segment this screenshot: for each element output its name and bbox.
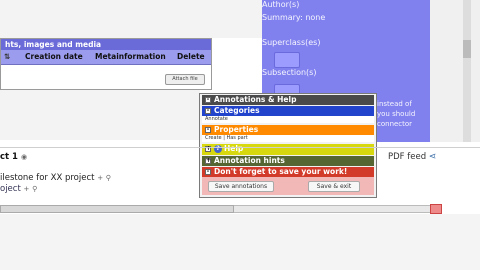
search-icon[interactable]: ⚲ [106, 174, 111, 182]
superclass-button[interactable] [274, 52, 300, 68]
plus-icon[interactable]: + [205, 158, 211, 164]
popup-title-bar[interactable]: - Annotations & Help [202, 95, 374, 105]
attach-file-button[interactable]: Attach file [165, 74, 205, 85]
help-label: Help [224, 144, 244, 153]
share-icon[interactable]: ⋖ [429, 152, 437, 162]
author-label: Author(s) [262, 0, 300, 9]
summary-label: Summary: none [262, 13, 326, 22]
attachments-panel: hts, images and media ⇅ Creation date Me… [0, 38, 212, 90]
categories-label: Categories [214, 106, 260, 115]
column-creation-date[interactable]: Creation date [25, 50, 83, 64]
help-section[interactable]: + ? Help [202, 144, 374, 155]
attachments-title: hts, images and media [1, 39, 211, 50]
column-delete[interactable]: Delete [177, 50, 205, 64]
minus-icon[interactable]: - [205, 169, 211, 175]
horizontal-scrollbar-thumb[interactable] [0, 205, 234, 213]
minus-icon[interactable]: - [205, 127, 211, 133]
column-metainformation[interactable]: Metainformation [95, 50, 166, 64]
properties-create-link[interactable]: Create | Has part [202, 135, 374, 142]
pdf-feed[interactable]: PDF feed ⋖ [388, 152, 436, 162]
save-warning-label: Don't forget to save your work! [214, 167, 348, 176]
superclass-label: Superclass(es) [262, 38, 321, 47]
pdf-feed-label[interactable]: PDF feed [388, 152, 426, 162]
milestone-text[interactable]: ilestone for XX project [0, 173, 94, 183]
add-icon[interactable]: + [24, 185, 30, 193]
milestone-line: ilestone for XX project + ⚲ [0, 173, 111, 183]
watch-icon[interactable]: ◉ [21, 153, 27, 161]
note-line-2: you should [377, 110, 416, 118]
properties-label: Properties [214, 125, 259, 134]
project-title: ct 1 ◉ [0, 152, 27, 162]
hints-label: Annotation hints [214, 156, 285, 165]
right-strip [430, 0, 480, 142]
add-icon[interactable]: + [97, 174, 103, 182]
collapse-icon[interactable]: - [205, 97, 211, 103]
save-exit-button[interactable]: Save & exit [308, 181, 360, 192]
error-indicator [430, 204, 442, 214]
project-link-line: oject + ⚲ [0, 184, 37, 194]
minus-icon[interactable]: - [205, 108, 211, 114]
bottom-background [0, 214, 480, 270]
save-annotations-button[interactable]: Save annotations [208, 181, 274, 192]
categories-section[interactable]: - Categories [202, 106, 374, 116]
subsection-label: Subsection(s) [262, 68, 317, 77]
column-icon: ⇅ [4, 52, 11, 61]
project-title-text: ct 1 [0, 152, 18, 162]
save-warning-section: - Don't forget to save your work! [202, 167, 374, 177]
annotations-help-popup: - Annotations & Help - Categories Annota… [199, 93, 377, 198]
vertical-scrollbar[interactable] [463, 0, 471, 142]
note-line-3: connector [377, 120, 413, 128]
content-background [0, 90, 200, 140]
hints-section[interactable]: + Annotation hints [202, 156, 374, 166]
separator [0, 147, 480, 148]
save-buttons-area: Save annotations Save & exit [202, 177, 374, 195]
categories-annotate[interactable]: Annotate [202, 116, 374, 123]
project-link[interactable]: oject [0, 184, 21, 194]
attachments-header-row: ⇅ Creation date Metainformation Delete [1, 50, 211, 65]
top-background [0, 0, 262, 38]
note-line-1: instead of [377, 100, 412, 108]
properties-section[interactable]: - Properties [202, 125, 374, 135]
popup-title: Annotations & Help [214, 95, 297, 104]
search-icon[interactable]: ⚲ [32, 185, 37, 193]
vertical-scrollbar-thumb[interactable] [463, 40, 471, 58]
